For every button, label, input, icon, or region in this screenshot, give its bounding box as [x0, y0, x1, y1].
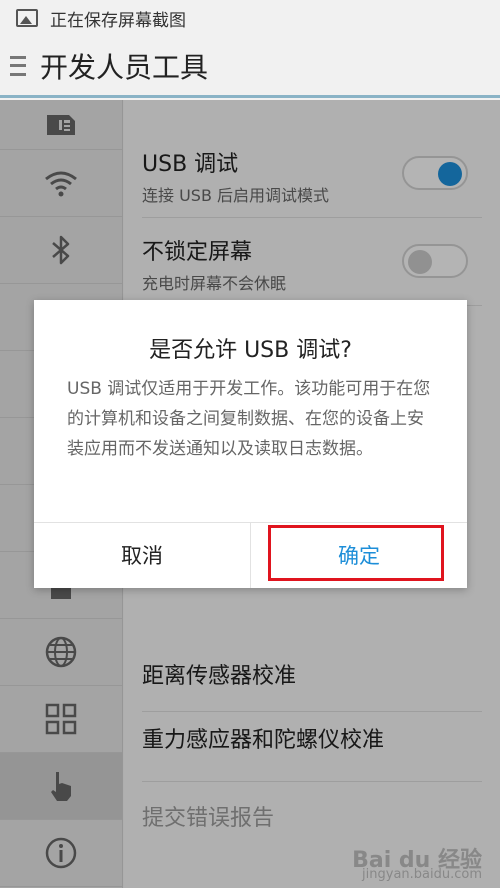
confirm-button[interactable]: 确定 — [251, 522, 467, 588]
dialog-message: USB 调试仅适用于开发工作。该功能可用于在您的计算机和设备之间复制数据、在您的… — [67, 379, 431, 459]
dialog-title: 是否允许 USB 调试? — [149, 338, 352, 363]
watermark-logo: Bai du 经验 — [352, 848, 482, 873]
app-bar: 开发人员工具 — [0, 36, 500, 98]
status-text: 正在保存屏幕截图 — [50, 10, 186, 31]
watermark-url: jingyan.baidu.com — [362, 867, 482, 882]
watermark: Bai du 经验 jingyan.baidu.com — [352, 848, 482, 882]
cancel-button[interactable]: 取消 — [34, 522, 250, 588]
status-bar: 正在保存屏幕截图 — [0, 0, 500, 36]
page-title: 开发人员工具 — [40, 50, 209, 84]
menu-icon[interactable] — [10, 55, 26, 76]
image-icon — [16, 9, 38, 27]
usb-debug-dialog: 是否允许 USB 调试? USB 调试仅适用于开发工作。该功能可用于在您的计算机… — [34, 300, 467, 588]
